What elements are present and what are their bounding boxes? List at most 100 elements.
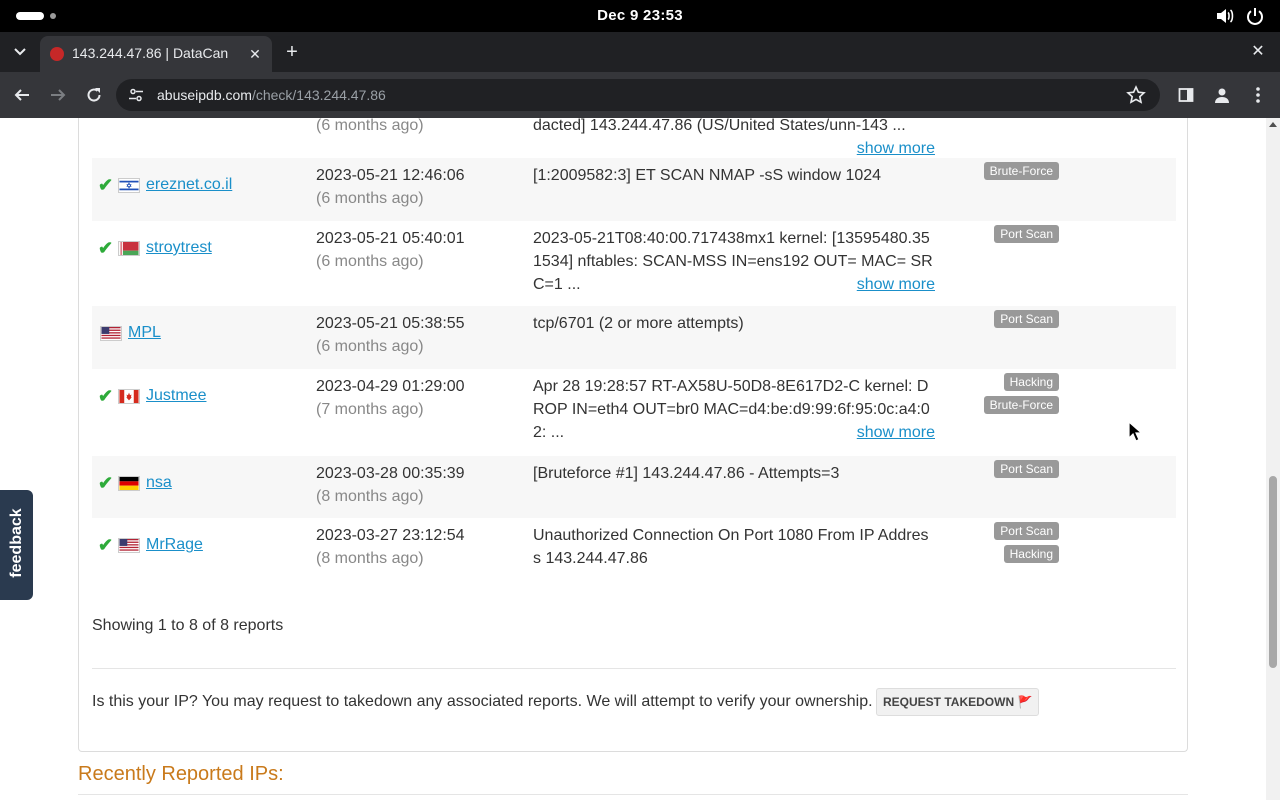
verified-check-icon: ✔ xyxy=(98,237,114,258)
tab-strip: 143.244.47.86 | DataCan ✕ + ✕ xyxy=(0,32,1280,72)
tab-close-icon[interactable]: ✕ xyxy=(246,45,264,63)
url-host: abuseipdb.com xyxy=(157,87,252,103)
table-row: ✔ Justmee 2023-04-29 01:29:00 (7 months … xyxy=(92,369,1176,456)
address-bar[interactable]: abuseipdb.com/check/143.244.47.86 xyxy=(116,79,1160,111)
show-more-link[interactable]: show more xyxy=(857,421,935,444)
divider xyxy=(92,668,1176,669)
reporter-link[interactable]: ereznet.co.il xyxy=(146,176,232,194)
feedback-label: feedback xyxy=(8,508,25,578)
us-flag-icon xyxy=(100,325,122,341)
side-panel-icon xyxy=(1178,88,1194,102)
reporter-link[interactable]: MPL xyxy=(128,324,161,342)
report-date: 2023-05-21 05:38:55 xyxy=(316,315,465,332)
report-comment: Unauthorized Connection On Port 1080 Fro… xyxy=(533,527,929,567)
report-ago: (6 months ago) xyxy=(316,190,424,207)
forward-button[interactable] xyxy=(46,83,70,107)
scroll-up-arrow-icon[interactable] xyxy=(1269,122,1277,127)
new-tab-button[interactable]: + xyxy=(282,42,302,62)
category-badge[interactable]: Port Scan xyxy=(994,310,1059,328)
page-scrollbar[interactable] xyxy=(1266,118,1280,800)
arrow-left-icon xyxy=(14,89,29,101)
url-path: /check/143.244.47.86 xyxy=(251,87,386,103)
verified-check-icon: ✔ xyxy=(98,472,114,493)
request-takedown-button[interactable]: REQUEST TAKEDOWN 🚩 xyxy=(876,688,1040,716)
report-date: 2023-03-27 23:12:54 xyxy=(316,527,465,544)
os-clock[interactable]: Dec 9 23:53 xyxy=(0,7,1280,24)
power-icon[interactable] xyxy=(1246,7,1264,25)
profile-icon xyxy=(1215,88,1229,103)
category-badge[interactable]: Brute-Force xyxy=(983,162,1059,180)
report-comment: [Bruteforce #1] 143.244.47.86 - Attempts… xyxy=(533,465,840,482)
category-list: Port Scan xyxy=(972,460,1059,483)
tab-title: 143.244.47.86 | DataCan xyxy=(72,45,229,61)
kebab-menu-icon xyxy=(1256,87,1260,103)
menu-button[interactable] xyxy=(1246,83,1270,107)
report-ago: (6 months ago) xyxy=(316,118,424,134)
verified-check-icon: ✔ xyxy=(98,385,114,406)
report-ago: (8 months ago) xyxy=(316,550,424,567)
report-ago: (6 months ago) xyxy=(316,338,424,355)
reporter-link[interactable]: Justmee xyxy=(146,387,206,405)
browser-toolbar: abuseipdb.com/check/143.244.47.86 xyxy=(0,72,1280,118)
report-ago: (7 months ago) xyxy=(316,401,424,418)
scrollbar-thumb[interactable] xyxy=(1269,476,1277,668)
bookmark-star-icon[interactable] xyxy=(1126,85,1146,105)
il-flag-icon xyxy=(118,177,140,193)
reporter-link[interactable]: MrRage xyxy=(146,536,203,554)
back-button[interactable] xyxy=(10,83,34,107)
report-comment: tcp/6701 (2 or more attempts) xyxy=(533,315,744,332)
reporter-link[interactable]: stroytrest xyxy=(146,239,212,257)
pagination-summary: Showing 1 to 8 of 8 reports xyxy=(92,617,284,634)
us-flag-icon xyxy=(118,537,140,553)
category-list: Hacking Brute-Force xyxy=(972,373,1059,419)
tab-search-button[interactable] xyxy=(8,40,32,64)
category-badge[interactable]: Hacking xyxy=(1003,373,1059,391)
page-content: (6 months ago) dacted] 143.244.47.86 (US… xyxy=(0,118,1280,800)
category-list: Brute-Force xyxy=(972,162,1059,185)
show-more-link[interactable]: show more xyxy=(857,273,935,296)
ca-flag-icon xyxy=(118,388,140,404)
reload-button[interactable] xyxy=(82,83,106,107)
table-row: MPL 2023-05-21 05:38:55 (6 months ago) t… xyxy=(92,306,1176,369)
reporter-link[interactable]: nsa xyxy=(146,474,172,492)
report-date: 2023-05-21 05:40:01 xyxy=(316,230,465,247)
table-row: ✔ ereznet.co.il 2023-05-21 12:46:06 (6 m… xyxy=(92,158,1176,221)
report-date: 2023-04-29 01:29:00 xyxy=(316,378,465,395)
divider xyxy=(78,794,1188,795)
chevron-down-icon xyxy=(14,48,26,56)
category-badge[interactable]: Hacking xyxy=(1003,545,1059,563)
arrow-right-icon xyxy=(51,89,66,101)
category-badge[interactable]: Brute-Force xyxy=(983,396,1059,414)
show-more-link[interactable]: show more xyxy=(857,137,935,160)
reload-icon xyxy=(87,88,101,102)
recently-reported-heading: Recently Reported IPs: xyxy=(78,763,284,785)
site-info-icon[interactable] xyxy=(128,87,144,103)
category-badge[interactable]: Port Scan xyxy=(994,460,1059,478)
profile-button[interactable] xyxy=(1210,83,1234,107)
report-comment: Apr 28 19:28:57 RT-AX58U-50D8-8E617D2-C … xyxy=(533,375,935,444)
category-badge[interactable]: Port Scan xyxy=(994,225,1059,243)
active-tab[interactable]: 143.244.47.86 | DataCan ✕ xyxy=(40,36,272,72)
de-flag-icon xyxy=(118,475,140,491)
report-comment: dacted] 143.244.47.86 (US/United States/… xyxy=(533,118,935,157)
verified-check-icon: ✔ xyxy=(98,174,114,195)
window-close-icon[interactable]: ✕ xyxy=(1248,42,1268,62)
category-list: Port Scan Hacking xyxy=(972,522,1059,568)
url-text[interactable]: abuseipdb.com/check/143.244.47.86 xyxy=(157,87,386,103)
report-comment: [1:2009582:3] ET SCAN NMAP -sS window 10… xyxy=(533,167,882,184)
verified-check-icon: ✔ xyxy=(98,534,114,555)
category-list: Port Scan xyxy=(972,225,1059,248)
takedown-text: Is this your IP? You may request to take… xyxy=(92,693,873,710)
side-panel-button[interactable] xyxy=(1174,83,1198,107)
report-ago: (6 months ago) xyxy=(316,253,424,270)
category-badge[interactable]: Port Scan xyxy=(994,522,1059,540)
category-list: Port Scan xyxy=(972,310,1059,333)
volume-icon[interactable] xyxy=(1216,8,1234,24)
mouse-cursor-icon xyxy=(1128,421,1142,442)
report-comment: 2023-05-21T08:40:00.717438mx1 kernel: [1… xyxy=(533,227,935,296)
report-date: 2023-03-28 00:35:39 xyxy=(316,465,465,482)
table-row: ✔ nsa 2023-03-28 00:35:39 (8 months ago)… xyxy=(92,456,1176,518)
feedback-tab[interactable]: feedback xyxy=(0,490,33,600)
table-row-partial: (6 months ago) dacted] 143.244.47.86 (US… xyxy=(92,118,1176,158)
by-flag-icon xyxy=(118,240,140,256)
